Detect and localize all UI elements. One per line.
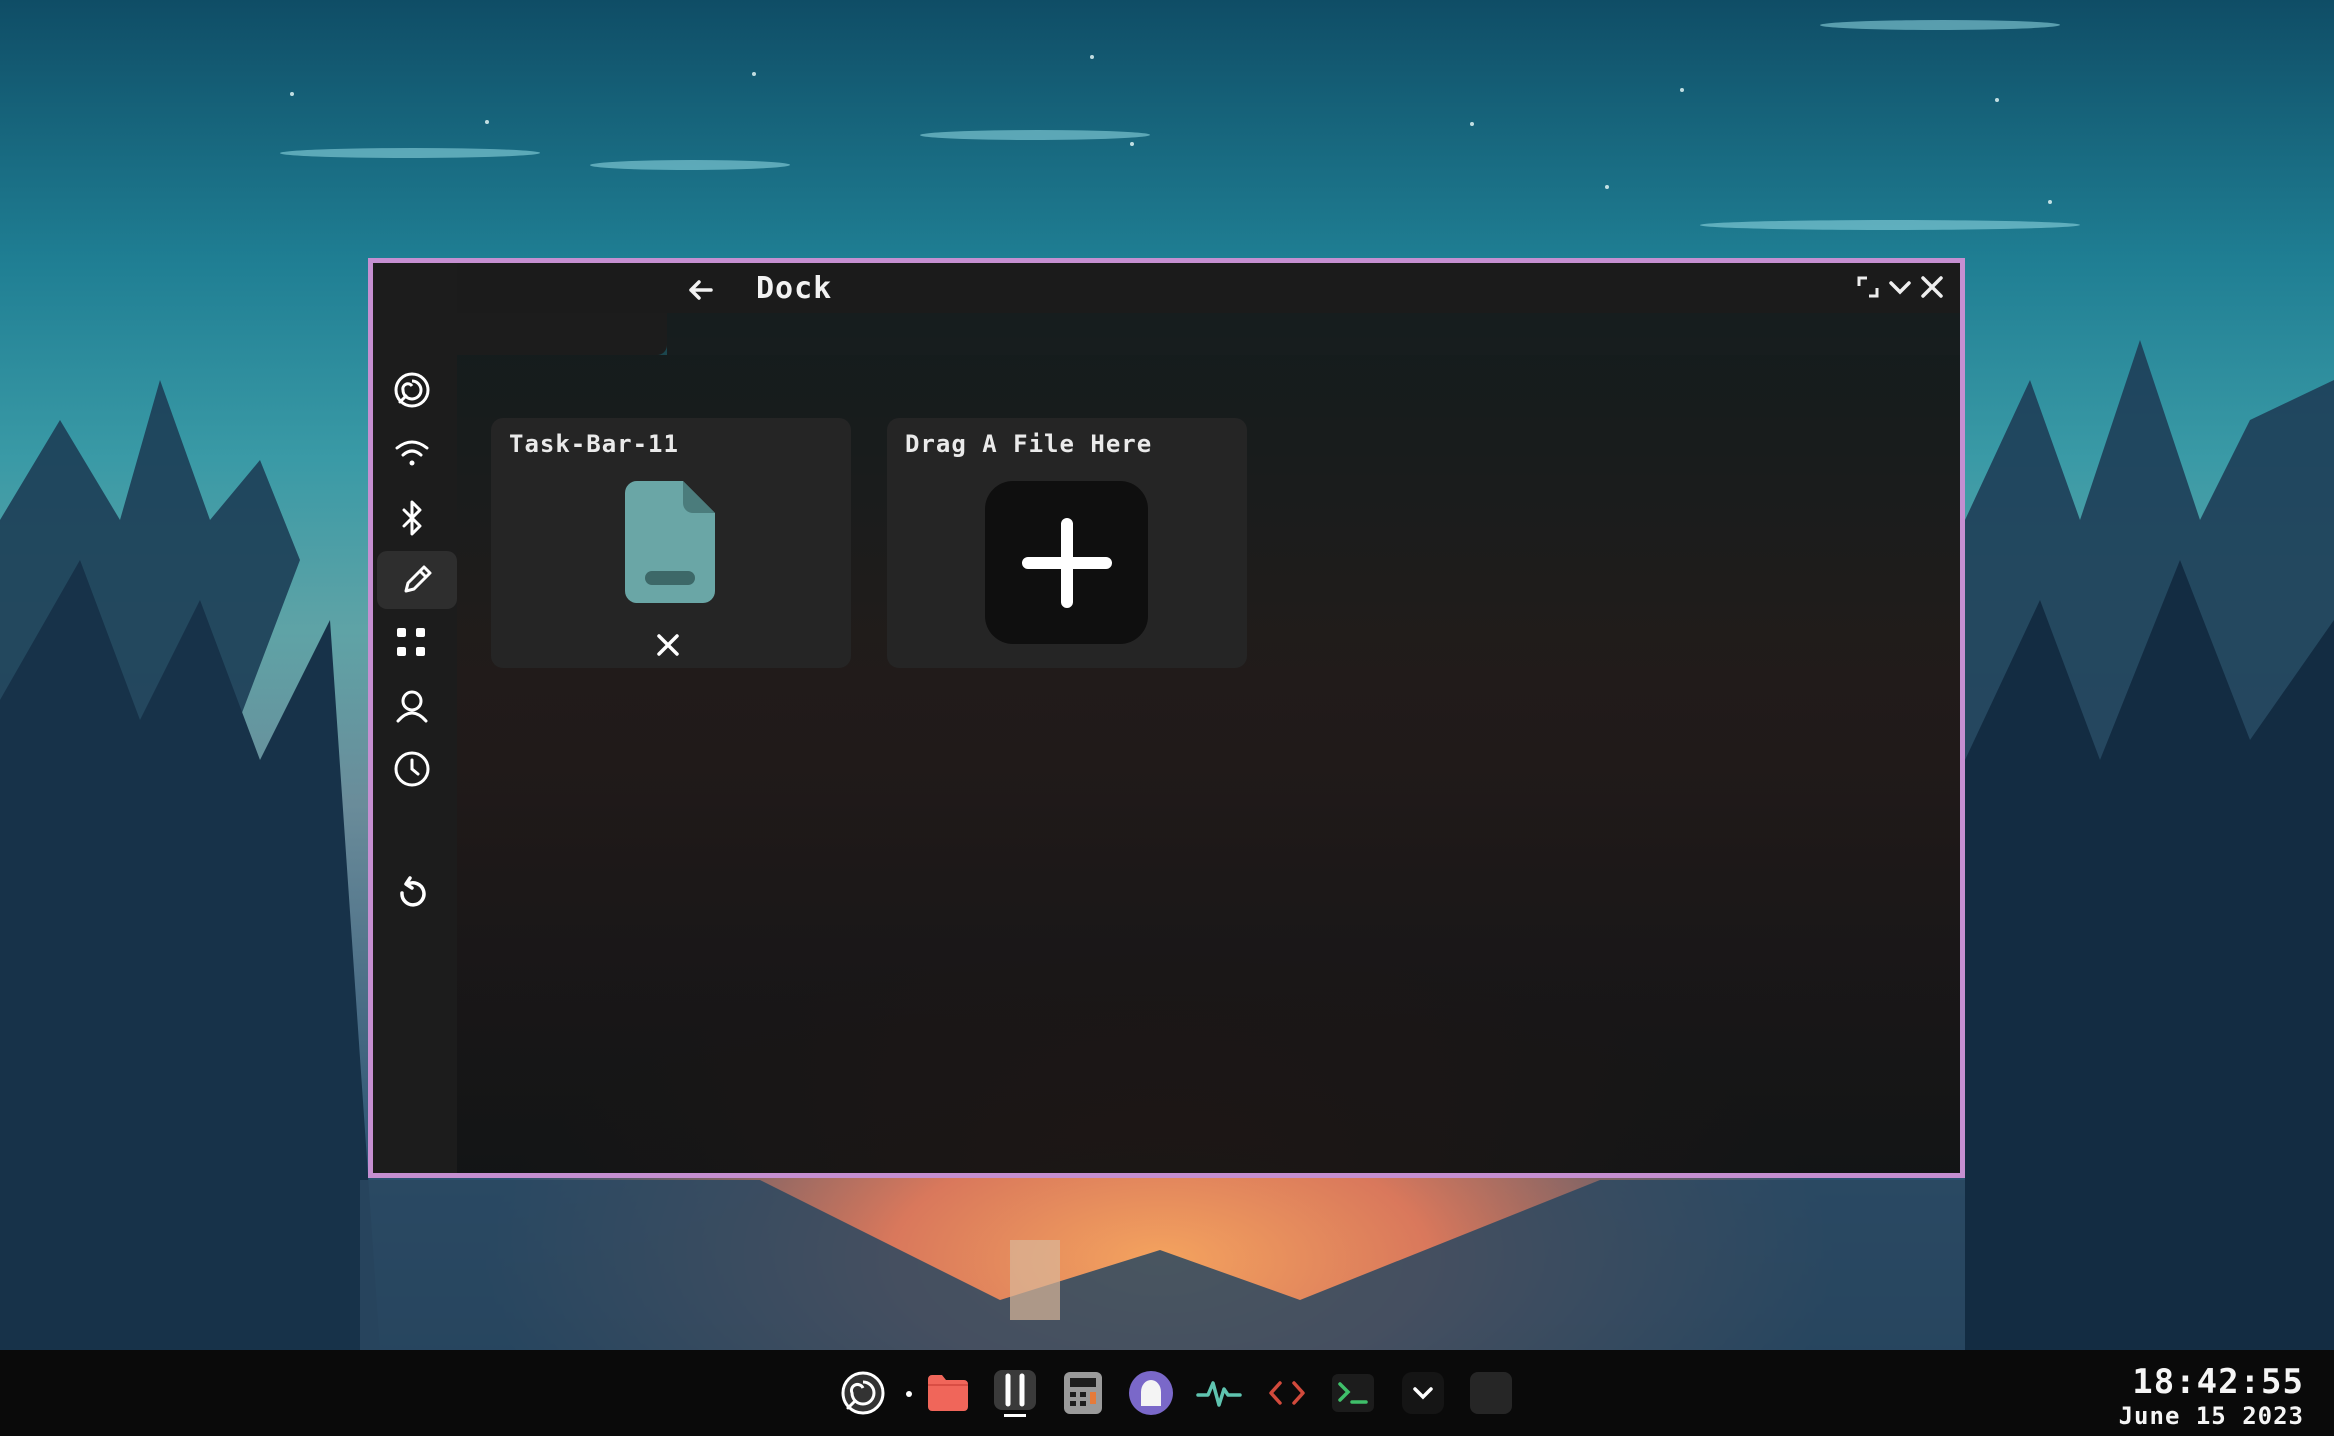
bluetooth-icon xyxy=(402,500,422,536)
user-icon xyxy=(396,690,428,723)
taskbar-terminal[interactable] xyxy=(1328,1368,1378,1418)
window-title: Dock xyxy=(756,271,833,306)
taskbar-calculator[interactable] xyxy=(1058,1368,1108,1418)
clock-date: June 15 2023 xyxy=(2118,1402,2304,1430)
wifi-icon xyxy=(395,440,429,466)
sidebar-item-apps[interactable] xyxy=(390,621,434,665)
taskbar-blank-app[interactable] xyxy=(1466,1368,1516,1418)
taskbar: 18:42:55 June 15 2023 xyxy=(0,1350,2334,1436)
clock-icon xyxy=(394,751,430,787)
reset-icon xyxy=(400,876,426,907)
sidebar-item-time[interactable] xyxy=(390,747,434,791)
taskbar-settings[interactable] xyxy=(990,1368,1040,1418)
code-editor-icon xyxy=(1269,1381,1305,1405)
taskbar-ghost-app[interactable] xyxy=(1126,1368,1176,1418)
card-title: Task-Bar-11 xyxy=(509,430,679,458)
card-title: Drag A File Here xyxy=(905,430,1153,458)
plus-icon xyxy=(1021,517,1112,608)
file-icon xyxy=(625,481,715,603)
chevron-down-icon xyxy=(1402,1372,1444,1414)
back-arrow-icon[interactable] xyxy=(685,275,715,305)
sidebar-item-reset[interactable] xyxy=(390,873,434,917)
apps-grid-icon xyxy=(397,628,425,656)
terminal-icon xyxy=(1332,1374,1374,1412)
content-header xyxy=(667,313,1960,355)
sidebar-item-bluetooth[interactable] xyxy=(390,496,434,540)
system-clock[interactable]: 18:42:55 June 15 2023 xyxy=(2119,1362,2304,1430)
title-bar[interactable] xyxy=(373,263,1960,313)
taskbar-monitor[interactable] xyxy=(1194,1368,1244,1418)
swirl-logo-icon xyxy=(841,1371,885,1415)
swirl-logo-icon xyxy=(394,372,430,408)
maximize-icon[interactable] xyxy=(1854,273,1882,301)
taskbar-more[interactable] xyxy=(1398,1368,1448,1418)
sidebar-item-customize[interactable] xyxy=(377,551,457,609)
clock-time: 18:42:55 xyxy=(2132,1362,2304,1402)
folder-icon xyxy=(928,1375,968,1411)
taskbar-code-editor[interactable] xyxy=(1262,1368,1312,1418)
drop-zone-card[interactable]: Drag A File Here xyxy=(887,418,1247,668)
ghost-icon xyxy=(1129,1371,1173,1415)
taskbar-separator-dot xyxy=(906,1391,912,1397)
calculator-icon xyxy=(1064,1372,1102,1414)
sidebar-item-user[interactable] xyxy=(390,684,434,728)
activity-monitor-icon xyxy=(1196,1381,1242,1407)
dock-settings-window: Dock Task-Bar-11 Drag A File Here xyxy=(368,258,1965,1178)
sidebar-notch xyxy=(457,313,667,355)
pencil-icon xyxy=(404,565,432,593)
add-file-button[interactable] xyxy=(985,481,1148,644)
dock-app-card[interactable]: Task-Bar-11 xyxy=(491,418,851,668)
sidebar-item-wifi[interactable] xyxy=(390,431,434,475)
taskbar-files[interactable] xyxy=(923,1368,973,1418)
remove-app-close-icon[interactable] xyxy=(653,630,683,664)
sidebar-item-home[interactable] xyxy=(390,368,434,412)
minimize-icon[interactable] xyxy=(1886,273,1914,301)
window-controls xyxy=(1854,273,1946,301)
taskbar-launcher[interactable] xyxy=(838,1368,888,1418)
settings-sliders-icon xyxy=(994,1370,1036,1417)
blank-app-icon xyxy=(1470,1372,1512,1414)
close-icon[interactable] xyxy=(1918,273,1946,301)
